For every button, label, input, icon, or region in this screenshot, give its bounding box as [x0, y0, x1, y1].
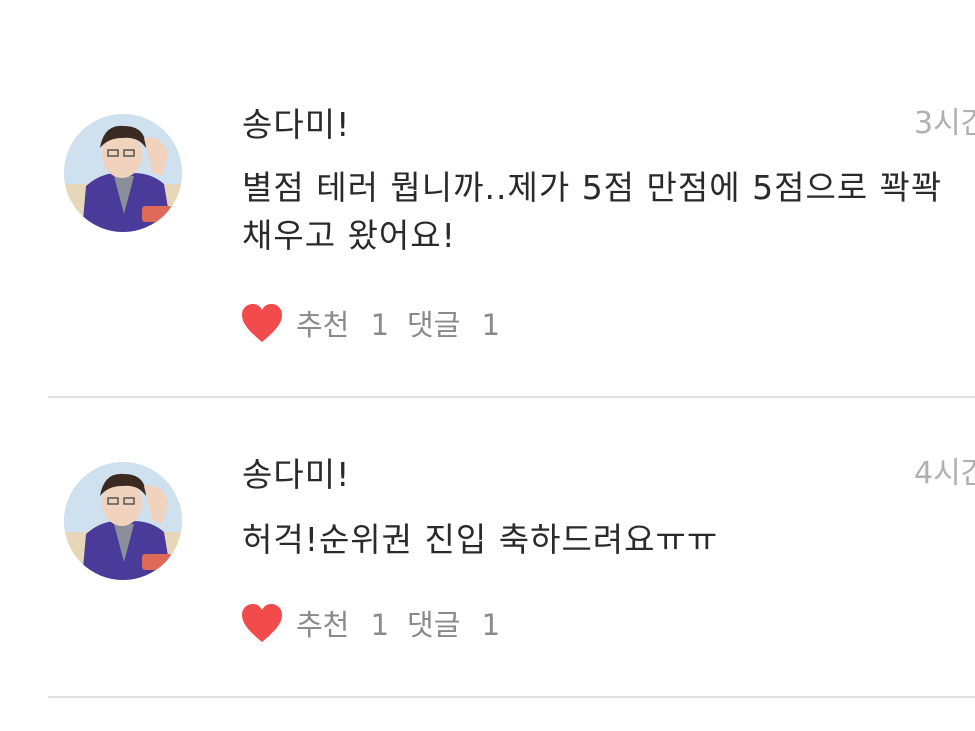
recommend-count: 1 — [370, 608, 390, 642]
heart-icon[interactable] — [240, 302, 284, 344]
comment-author[interactable]: 송다미! — [242, 98, 350, 146]
recommend-button[interactable]: 추천 1 — [296, 602, 407, 644]
comment-author[interactable]: 송다미! — [242, 448, 350, 496]
reply-count: 1 — [481, 308, 501, 342]
user-avatar[interactable] — [64, 114, 182, 232]
comment-timestamp: 4시간 — [914, 456, 975, 491]
recommend-button[interactable]: 추천 1 — [296, 302, 407, 344]
recommend-label: 추천 — [296, 608, 350, 642]
comment-body: 허걱!순위권 진입 축하드려요ㅠㅠ — [242, 520, 719, 559]
recommend-label: 추천 — [296, 308, 350, 342]
avatar-image — [64, 114, 182, 232]
reply-label: 댓글 — [407, 608, 461, 642]
reply-button[interactable]: 댓글 1 — [407, 302, 518, 344]
comment-timestamp: 3시간 — [914, 106, 975, 141]
comment-actions: 추천 1 댓글 1 — [240, 601, 518, 645]
heart-icon[interactable] — [240, 602, 284, 644]
avatar-image — [64, 462, 182, 580]
comment-actions: 추천 1 댓글 1 — [240, 301, 518, 345]
comment-list: 송다미! 3시간 별점 테러 뭡니까..제가 5점 만점에 5점으로 꽉꽉 채우… — [0, 0, 975, 731]
comment-item: 송다미! 4시간 허걱!순위권 진입 축하드려요ㅠㅠ 추천 1 댓글 1 — [0, 398, 975, 698]
recommend-count: 1 — [370, 308, 390, 342]
comment-body: 별점 테러 뭡니까..제가 5점 만점에 5점으로 꽉꽉 채우고 왔어요! — [242, 168, 943, 255]
reply-button[interactable]: 댓글 1 — [407, 602, 518, 644]
reply-count: 1 — [481, 608, 501, 642]
comment-item: 송다미! 3시간 별점 테러 뭡니까..제가 5점 만점에 5점으로 꽉꽉 채우… — [0, 0, 975, 398]
reply-label: 댓글 — [407, 308, 461, 342]
user-avatar[interactable] — [64, 462, 182, 580]
comment-divider — [48, 696, 975, 698]
